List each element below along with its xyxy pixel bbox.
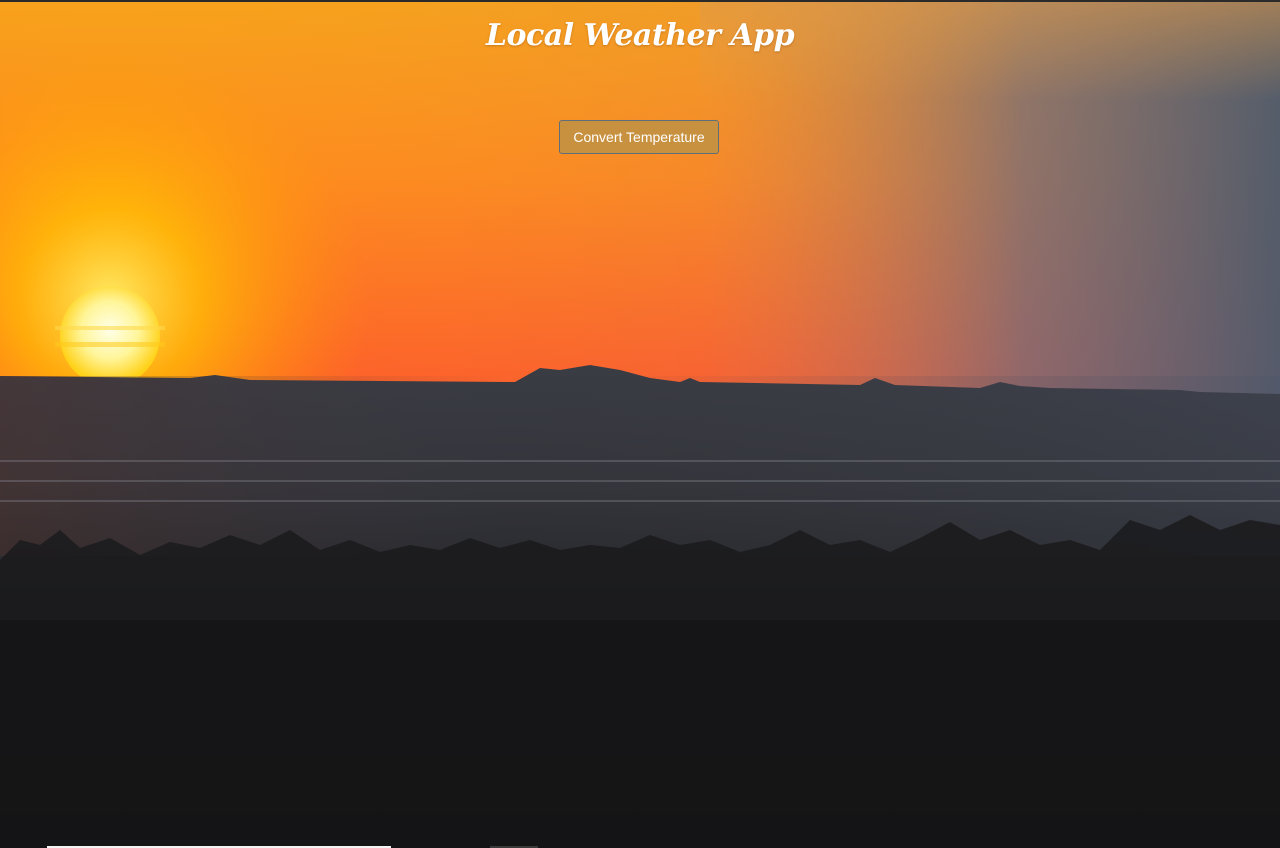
weather-app-page: Local Weather App Convert Temperature [0,0,1280,848]
window-top-border [0,0,1280,2]
app-title: Local Weather App [485,18,795,53]
convert-temperature-button[interactable]: Convert Temperature [559,120,719,154]
